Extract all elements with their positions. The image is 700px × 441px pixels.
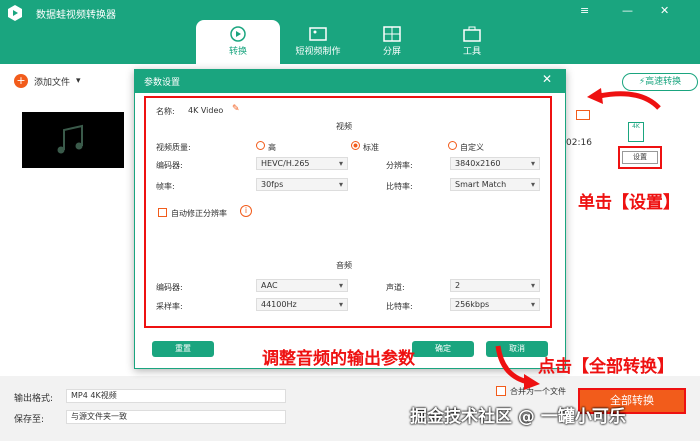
name-label: 名称: bbox=[156, 107, 175, 116]
auto-res-label: 自动修正分辨率 bbox=[171, 209, 227, 218]
tab-convert[interactable]: 转换 bbox=[196, 20, 280, 64]
video-section-title: 视频 bbox=[336, 122, 352, 131]
samplerate-select[interactable]: 44100Hz bbox=[256, 298, 348, 311]
encoder-label: 编码器: bbox=[156, 161, 183, 170]
tab-short-video[interactable]: 短视频制作 bbox=[276, 20, 360, 64]
format-icon[interactable]: 4K bbox=[628, 122, 644, 142]
quality-high-label: 高 bbox=[268, 143, 276, 152]
encoder-select[interactable]: HEVC/H.265 bbox=[256, 157, 348, 170]
bitrate-select[interactable]: Smart Match bbox=[450, 178, 540, 191]
quality-standard-label: 标准 bbox=[363, 143, 379, 152]
duration-text: 02:16 bbox=[566, 138, 592, 148]
add-file-button[interactable]: + 添加文件 ▾ bbox=[14, 74, 81, 88]
resolution-select[interactable]: 3840x2160 bbox=[450, 157, 540, 170]
quality-custom-radio[interactable] bbox=[448, 141, 457, 150]
audio-encoder-select[interactable]: AAC bbox=[256, 279, 348, 292]
annotation-click-convert: 点击【全部转换】 bbox=[538, 357, 674, 377]
save-to-label: 保存至: bbox=[14, 415, 45, 425]
fps-label: 帧率: bbox=[156, 182, 175, 191]
quality-custom-label: 自定义 bbox=[460, 143, 484, 152]
plus-icon: + bbox=[14, 74, 28, 88]
audio-encoder-label: 编码器: bbox=[156, 283, 183, 292]
close-icon[interactable]: ✕ bbox=[660, 4, 669, 17]
annotation-adjust-audio: 调整音频的输出参数 bbox=[262, 349, 415, 369]
app-title: 数据蛙视频转换器 bbox=[36, 10, 116, 21]
edit-icon[interactable]: ✎ bbox=[232, 104, 240, 114]
ok-button[interactable]: 确定 bbox=[412, 341, 474, 357]
quality-label: 视频质量: bbox=[156, 143, 191, 152]
samplerate-label: 采样率: bbox=[156, 302, 183, 311]
video-thumbnail bbox=[22, 112, 124, 168]
quality-standard-radio[interactable] bbox=[351, 141, 360, 150]
convert-icon bbox=[230, 26, 246, 42]
audio-bitrate-label: 比特率: bbox=[386, 302, 413, 311]
auto-res-checkbox[interactable] bbox=[158, 208, 167, 217]
output-format-label: 输出格式: bbox=[14, 394, 54, 404]
annotation-click-settings: 单击【设置】 bbox=[578, 193, 680, 213]
app-logo-icon bbox=[8, 5, 22, 21]
save-to-select[interactable]: 与源文件夹一致 bbox=[66, 410, 286, 424]
minimize-icon[interactable]: — bbox=[622, 4, 633, 17]
output-format-select[interactable]: MP4 4K视频 bbox=[66, 389, 286, 403]
channel-select[interactable]: 2 bbox=[450, 279, 540, 292]
settings-button[interactable]: 设置 bbox=[622, 151, 658, 164]
bitrate-label: 比特率: bbox=[386, 182, 413, 191]
resolution-label: 分辨率: bbox=[386, 161, 413, 170]
menu-icon[interactable]: ≡ bbox=[580, 4, 589, 17]
chevron-down-icon: ▾ bbox=[76, 76, 81, 86]
image-icon bbox=[309, 27, 327, 41]
audio-section-title: 音频 bbox=[336, 261, 352, 270]
music-note-icon bbox=[57, 124, 83, 154]
toolbox-icon bbox=[463, 26, 481, 42]
reset-button[interactable]: 重置 bbox=[152, 341, 214, 357]
arrow-annotation-2 bbox=[495, 345, 540, 390]
fps-select[interactable]: 30fps bbox=[256, 178, 348, 191]
dialog-close-icon[interactable]: ✕ bbox=[542, 72, 552, 86]
tab-split-screen[interactable]: 分屏 bbox=[350, 20, 434, 64]
watermark: 掘金技术社区 @ 一罐小可乐 bbox=[410, 407, 626, 427]
channel-label: 声道: bbox=[386, 283, 405, 292]
tab-tools[interactable]: 工具 bbox=[430, 20, 514, 64]
name-value: 4K Video bbox=[188, 106, 224, 115]
info-icon[interactable]: i bbox=[240, 205, 252, 217]
dialog-title: 参数设置 bbox=[134, 69, 566, 93]
audio-bitrate-select[interactable]: 256kbps bbox=[450, 298, 540, 311]
arrow-annotation bbox=[587, 88, 661, 110]
split-icon bbox=[383, 26, 401, 42]
quality-high-radio[interactable] bbox=[256, 141, 265, 150]
